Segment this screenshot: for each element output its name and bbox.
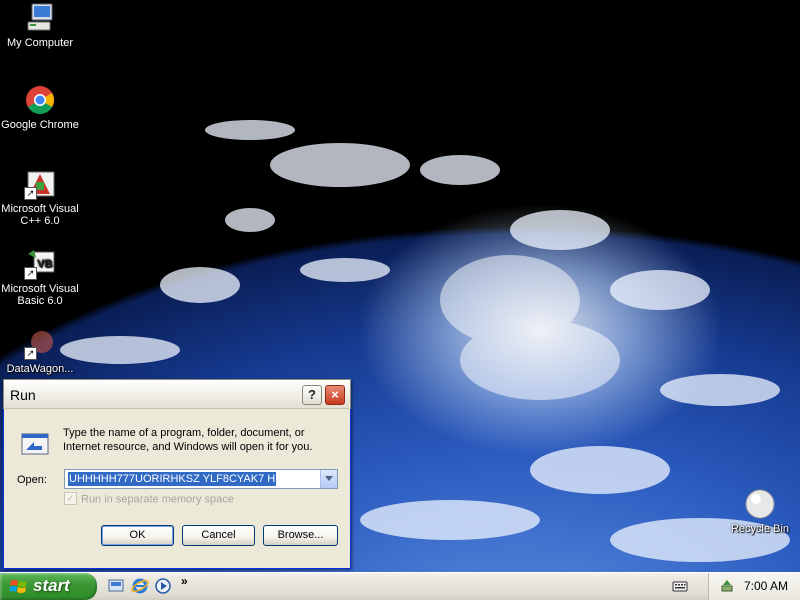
browse-button[interactable]: Browse... [263, 525, 338, 546]
media-player-icon[interactable] [154, 577, 172, 595]
memory-space-label: Run in separate memory space [81, 493, 234, 506]
recycle-bin-icon [745, 489, 775, 519]
desktop-icon-google-chrome[interactable]: Google Chrome [0, 84, 80, 131]
windows-flag-icon [10, 580, 27, 593]
visual-basic-icon: VB ↗ [24, 248, 56, 280]
help-button[interactable]: ? [302, 385, 322, 405]
visual-cpp-icon: ↗ [24, 168, 56, 200]
open-label: Open: [17, 474, 47, 486]
desktop: My Computer Google Chrome ↗ Microsoft Vi… [0, 0, 800, 600]
shortcut-arrow-icon: ↗ [24, 267, 37, 280]
run-dialog-description: Type the name of a program, folder, docu… [63, 427, 313, 453]
desktop-icon-label: DataWagon... [6, 363, 74, 375]
desktop-icon-visual-basic[interactable]: VB ↗ Microsoft Visual Basic 6.0 [0, 248, 80, 307]
memory-space-option: ✓ Run in separate memory space [64, 492, 234, 506]
desktop-icon-my-computer[interactable]: My Computer [0, 2, 80, 49]
open-combobox[interactable]: UHHHHH777UORIRHKSZ YLF8CYAK7 H [64, 469, 338, 489]
desktop-icon-visual-cpp[interactable]: ↗ Microsoft Visual C++ 6.0 [0, 168, 80, 227]
start-button[interactable]: start [0, 573, 97, 600]
keyboard-icon[interactable] [672, 579, 688, 593]
desktop-icon-label: Microsoft Visual C++ 6.0 [1, 203, 79, 227]
run-program-icon [21, 433, 49, 455]
taskbar: start » 7:00 AM [0, 572, 800, 600]
internet-explorer-icon[interactable] [131, 577, 149, 595]
desktop-icon-label: My Computer [6, 37, 74, 49]
desktop-icon-recycle-bin[interactable]: Recycle Bin [720, 488, 800, 535]
chrome-icon [26, 86, 54, 114]
shortcut-arrow-icon: ↗ [24, 187, 37, 200]
close-button[interactable]: × [325, 385, 345, 405]
combo-dropdown-button[interactable] [320, 470, 337, 488]
datawagon-icon: ↗ [24, 328, 56, 360]
safely-remove-hardware-icon[interactable] [719, 578, 735, 594]
taskbar-clock[interactable]: 7:00 AM [744, 579, 788, 593]
run-dialog-titlebar[interactable]: Run ? × [3, 379, 351, 409]
desktop-icon-label: Microsoft Visual Basic 6.0 [1, 283, 79, 307]
svg-text:VB: VB [37, 258, 52, 270]
ok-button[interactable]: OK [101, 525, 174, 546]
start-label: start [33, 576, 70, 595]
desktop-icon-label: Google Chrome [1, 119, 79, 131]
my-computer-icon [27, 3, 53, 31]
memory-space-checkbox: ✓ [64, 492, 77, 505]
system-tray: 7:00 AM [708, 573, 800, 600]
run-dialog: Run ? × Type the name of a program, fold… [3, 379, 351, 569]
desktop-icon-datawagon[interactable]: ↗ DataWagon... [0, 328, 80, 375]
run-dialog-title: Run [10, 387, 36, 403]
desktop-icon-label: Recycle Bin [730, 523, 790, 535]
chevron-down-icon [325, 476, 333, 481]
cancel-button[interactable]: Cancel [182, 525, 255, 546]
open-input[interactable]: UHHHHH777UORIRHKSZ YLF8CYAK7 H [68, 472, 277, 486]
quick-launch-more-button[interactable]: » [181, 574, 188, 588]
show-desktop-icon[interactable] [107, 577, 125, 595]
shortcut-arrow-icon: ↗ [24, 347, 37, 360]
